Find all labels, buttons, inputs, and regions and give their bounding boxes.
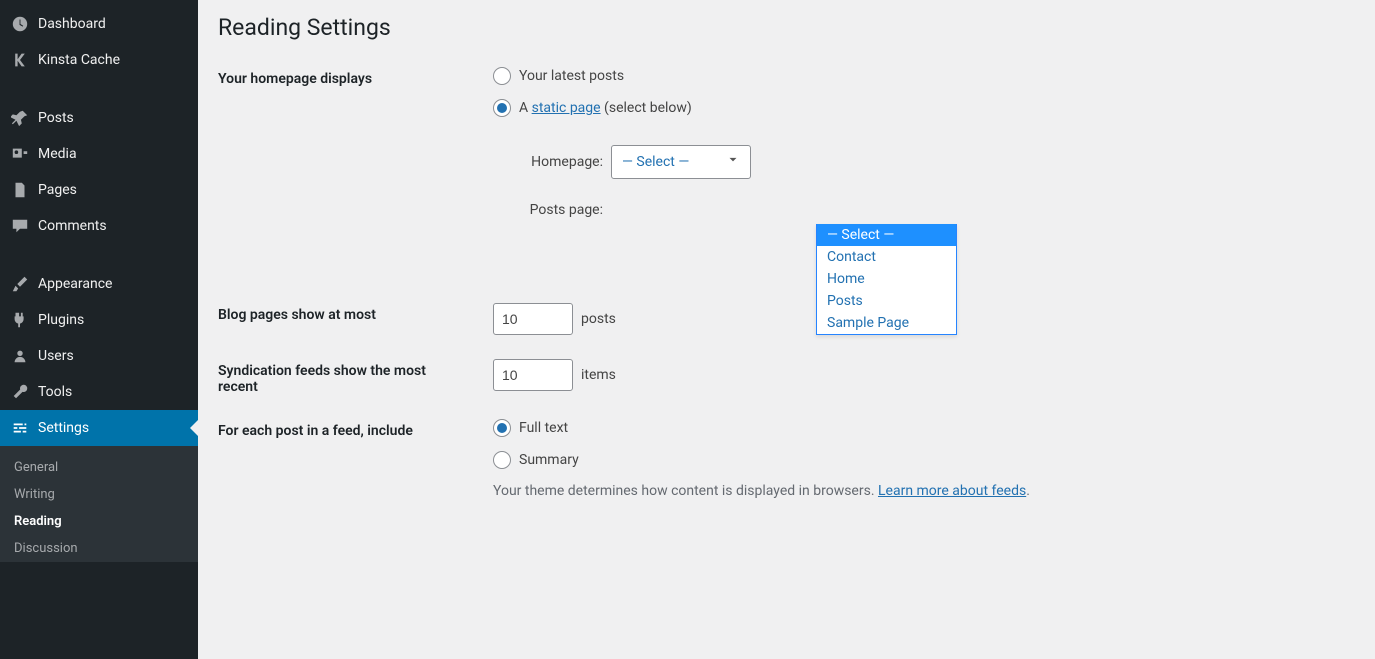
static-page-link[interactable]: static page <box>532 100 601 116</box>
sidebar-item-label: Dashboard <box>38 16 106 32</box>
label-homepage-displays: Your homepage displays <box>218 67 493 87</box>
media-icon <box>10 144 30 164</box>
dropdown-option[interactable]: Home <box>817 268 956 290</box>
chevron-down-icon <box>726 153 740 171</box>
radio-icon <box>493 451 511 469</box>
page-icon <box>10 180 30 200</box>
dashboard-icon <box>10 14 30 34</box>
submenu-reading[interactable]: Reading <box>0 508 198 535</box>
sidebar-item-label: Appearance <box>38 276 112 292</box>
page-title: Reading Settings <box>218 14 1355 41</box>
sidebar-item-posts[interactable]: Posts <box>0 100 198 136</box>
sidebar-item-label: Kinsta Cache <box>38 52 120 68</box>
label-feed-include: For each post in a feed, include <box>218 419 493 439</box>
radio-icon <box>493 67 511 85</box>
sidebar-item-label: Settings <box>38 420 89 436</box>
wrench-icon <box>10 382 30 402</box>
syndication-unit: items <box>581 367 616 383</box>
sidebar-item-dashboard[interactable]: Dashboard <box>0 6 198 42</box>
submenu-writing[interactable]: Writing <box>0 481 198 508</box>
homepage-select-row: Homepage: — Select — <box>513 145 1355 179</box>
radio-label: Your latest posts <box>519 68 624 84</box>
select-value: — Select — <box>622 154 689 170</box>
dropdown-option[interactable]: Sample Page <box>817 312 956 334</box>
submenu-general[interactable]: General <box>0 446 198 481</box>
radio-icon <box>493 99 511 117</box>
radio-latest-posts[interactable]: Your latest posts <box>493 67 1355 85</box>
radio-label: Summary <box>519 452 579 468</box>
sidebar-item-label: Plugins <box>38 312 84 328</box>
user-icon <box>10 346 30 366</box>
sidebar-item-comments[interactable]: Comments <box>0 208 198 244</box>
posts-page-select-label: Posts page: <box>513 202 603 218</box>
sidebar-item-label: Tools <box>38 384 72 400</box>
sidebar-item-plugins[interactable]: Plugins <box>0 302 198 338</box>
admin-sidebar: Dashboard Kinsta Cache Posts Media Pages… <box>0 0 198 659</box>
plug-icon <box>10 310 30 330</box>
row-syndication: Syndication feeds show the most recent i… <box>218 359 1355 395</box>
dropdown-option[interactable]: — Select — <box>817 224 956 246</box>
brush-icon <box>10 274 30 294</box>
pin-icon <box>10 108 30 128</box>
syndication-input[interactable] <box>493 359 573 391</box>
sidebar-item-settings[interactable]: Settings <box>0 410 198 446</box>
sidebar-item-pages[interactable]: Pages <box>0 172 198 208</box>
sidebar-item-label: Users <box>38 348 74 364</box>
radio-label: Full text <box>519 420 568 436</box>
radio-label: A static page (select below) <box>519 100 692 116</box>
sidebar-item-label: Media <box>38 146 77 162</box>
sidebar-item-users[interactable]: Users <box>0 338 198 374</box>
homepage-select-label: Homepage: <box>513 154 603 170</box>
row-feed-include: For each post in a feed, include Full te… <box>218 419 1355 499</box>
feed-description: Your theme determines how content is dis… <box>493 483 1355 499</box>
dropdown-option[interactable]: Posts <box>817 290 956 312</box>
blog-pages-input[interactable] <box>493 303 573 335</box>
row-homepage-displays: Your homepage displays Your latest posts… <box>218 67 1355 241</box>
main-content: Reading Settings Your homepage displays … <box>198 0 1375 659</box>
homepage-select[interactable]: — Select — <box>611 145 751 179</box>
row-blog-pages: Blog pages show at most posts <box>218 303 1355 335</box>
radio-full-text[interactable]: Full text <box>493 419 1355 437</box>
label-blog-pages: Blog pages show at most <box>218 303 493 323</box>
radio-icon <box>493 419 511 437</box>
dropdown-option[interactable]: Contact <box>817 246 956 268</box>
homepage-dropdown[interactable]: — Select — Contact Home Posts Sample Pag… <box>816 224 957 335</box>
radio-summary[interactable]: Summary <box>493 451 1355 469</box>
kinsta-icon <box>10 50 30 70</box>
blog-pages-unit: posts <box>581 311 616 327</box>
comment-icon <box>10 216 30 236</box>
posts-page-select-row: Posts page: <box>513 202 1355 218</box>
settings-icon <box>10 418 30 438</box>
sidebar-item-label: Comments <box>38 218 107 234</box>
sidebar-item-tools[interactable]: Tools <box>0 374 198 410</box>
sidebar-item-label: Pages <box>38 182 77 198</box>
learn-more-link[interactable]: Learn more about feeds <box>878 483 1026 499</box>
radio-static-page[interactable]: A static page (select below) <box>493 99 1355 117</box>
submenu-discussion[interactable]: Discussion <box>0 535 198 562</box>
sidebar-item-label: Posts <box>38 110 74 126</box>
sidebar-item-appearance[interactable]: Appearance <box>0 266 198 302</box>
label-syndication: Syndication feeds show the most recent <box>218 359 493 395</box>
sidebar-item-kinsta[interactable]: Kinsta Cache <box>0 42 198 78</box>
sidebar-item-media[interactable]: Media <box>0 136 198 172</box>
